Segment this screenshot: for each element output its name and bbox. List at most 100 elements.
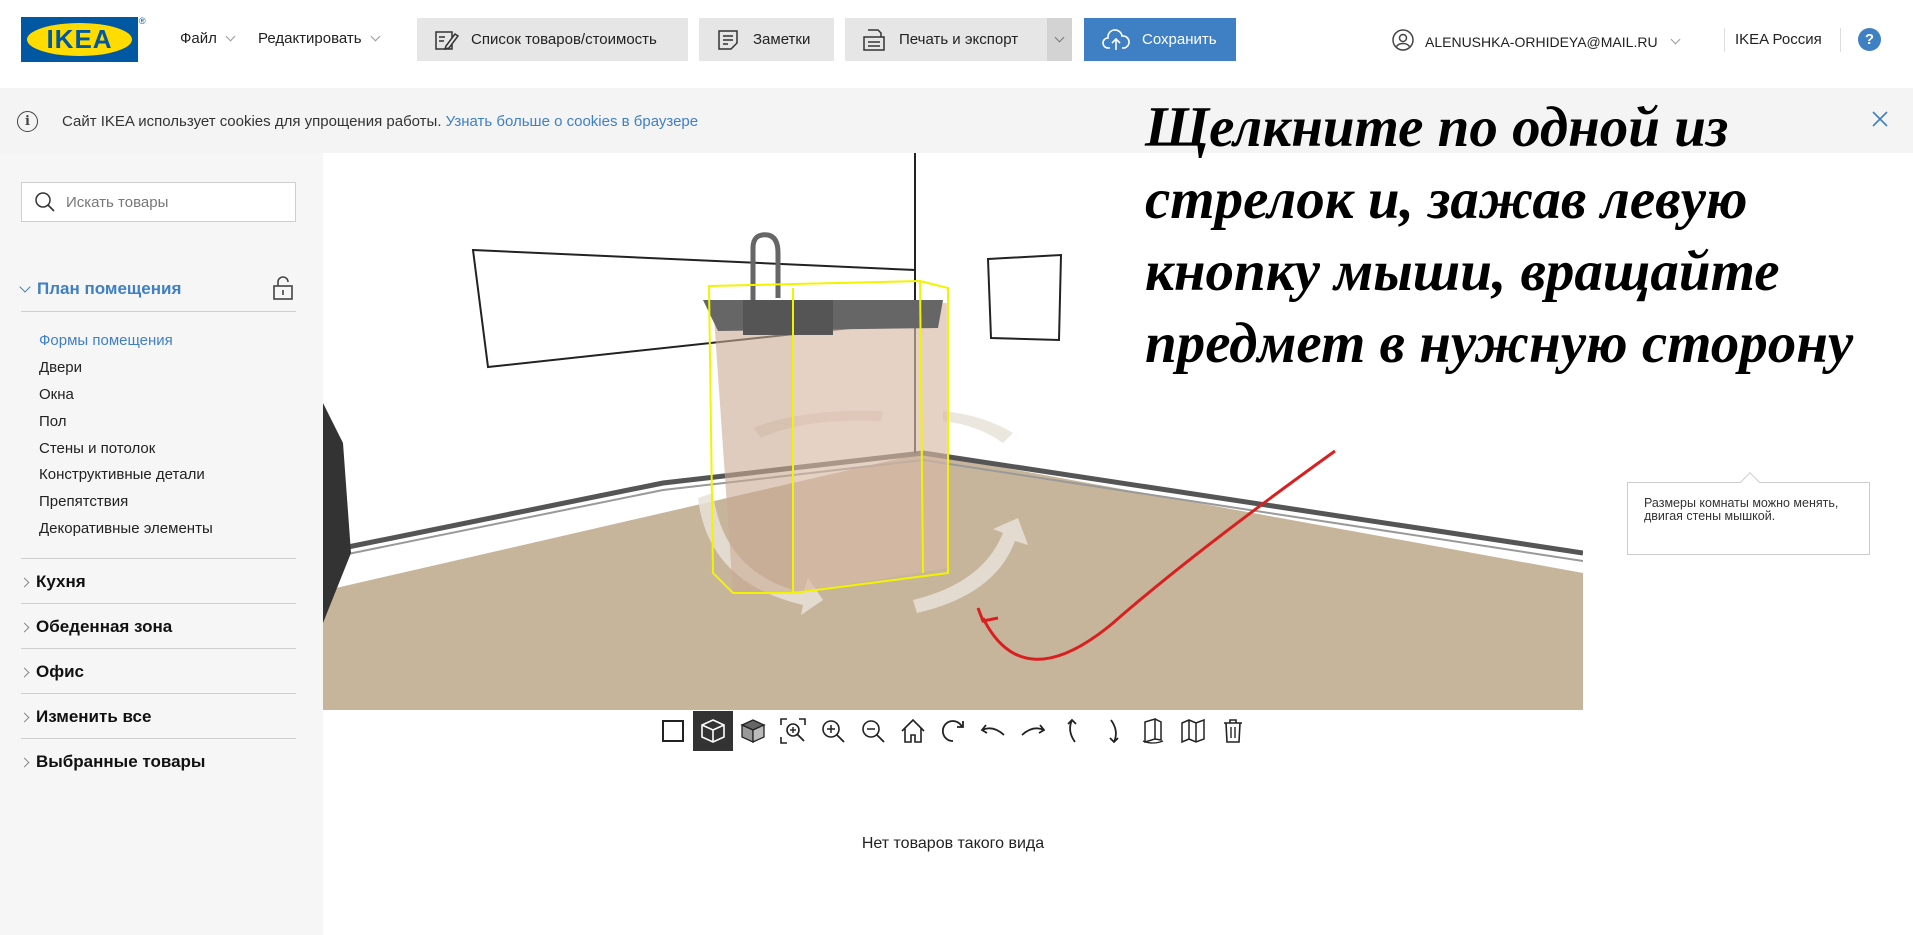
room-size-tooltip: Размеры комнаты можно менять, двигая сте… [1627,482,1870,555]
search-input[interactable] [66,193,286,211]
menu-file-label: Файл [180,30,217,47]
section-dining-label: Обеденная зона [36,617,173,636]
help-button[interactable]: ? [1858,28,1881,51]
rotate-right-button[interactable] [1013,711,1053,751]
zoom-out-button[interactable] [853,711,893,751]
sidebar-item-walls-ceiling[interactable]: Стены и потолок [39,440,155,457]
empty-products-message: Нет товаров такого вида [861,835,1045,852]
print-icon [861,28,887,52]
section-kitchen[interactable]: Кухня [19,572,296,592]
chevron-down-icon [370,31,381,42]
view-toolbar [653,711,1253,751]
section-room-plan[interactable]: План помещения [19,279,296,299]
chevron-down-icon [1054,32,1065,43]
home-view-button[interactable] [893,711,933,751]
rotate-left-icon [980,724,1005,736]
chevron-right-icon [19,667,30,677]
view-3d-solid-button[interactable] [733,711,773,751]
view-3d-button[interactable] [693,711,733,751]
rotate-right-icon [1021,724,1046,736]
sidebar-item-decorative[interactable]: Декоративные элементы [39,520,213,537]
menu-file[interactable]: Файл [180,30,236,47]
chevron-right-icon [19,712,30,722]
divider [21,648,296,649]
cookie-message: Сайт IKEA использует cookies для упрощен… [62,113,698,130]
menu-edit[interactable]: Редактировать [258,30,381,47]
search-icon [34,191,56,213]
tilt-down-button[interactable] [1093,711,1133,751]
divider [21,311,296,312]
section-dining[interactable]: Обеденная зона [19,617,296,637]
floor [323,453,1583,710]
delete-button[interactable] [1213,711,1253,751]
view-2d-button[interactable] [653,711,693,751]
section-office[interactable]: Офис [19,662,296,682]
save-button[interactable]: Сохранить [1084,18,1236,61]
rotate-button[interactable] [933,711,973,751]
window-right [986,253,1063,342]
walls-hide-button[interactable] [1173,711,1213,751]
notes-button[interactable]: Заметки [699,18,834,61]
zoom-fit-button[interactable] [773,711,813,751]
notes-label: Заметки [753,31,811,48]
sidebar-item-doors[interactable]: Двери [39,359,82,376]
unlock-icon[interactable] [272,275,294,306]
section-office-label: Офис [36,662,85,681]
divider [21,693,296,694]
ikea-logo[interactable]: IKEA [21,17,138,62]
logo-oval: IKEA [27,23,132,56]
user-menu[interactable]: ALENUSHKA-ORHIDEYA@MAIL.RU [1391,28,1681,55]
rotate-left-button[interactable] [973,711,1013,751]
sidebar-item-obstacles[interactable]: Препятствия [39,493,128,510]
user-icon [1391,28,1415,55]
print-export-label: Печать и экспорт [899,31,1019,48]
zoom-in-icon [822,720,845,743]
walls-button[interactable] [1133,711,1173,751]
section-room-plan-label: План помещения [37,279,182,298]
info-icon: i [17,111,38,132]
top-bar: IKEA ® Файл Редактировать Список товаров… [0,0,1913,88]
view-2d-icon [662,720,684,742]
search-box[interactable] [21,182,296,222]
tilt-up-button[interactable] [1053,711,1093,751]
zoom-in-button[interactable] [813,711,853,751]
sidebar [0,153,323,935]
user-email: ALENUSHKA-ORHIDEYA@MAIL.RU [1425,33,1658,50]
view-3d-icon [701,719,725,743]
view-3d-solid-icon [740,719,766,744]
country-selector[interactable]: IKEA Россия [1735,31,1822,48]
walls-icon [1142,717,1164,744]
logo-text: IKEA [46,24,113,54]
trash-icon [1224,719,1242,743]
chevron-down-icon [1670,34,1681,45]
section-edit-all[interactable]: Изменить все [19,707,296,727]
cookie-learn-more-link[interactable]: Узнать больше о cookies в браузере [446,113,698,130]
chevron-right-icon [19,577,30,587]
print-export-dropdown-button[interactable] [1047,18,1072,61]
section-selected-products[interactable]: Выбранные товары [19,752,296,772]
sidebar-item-floor[interactable]: Пол [39,413,67,430]
cabinet-side [793,301,948,593]
sink-basin [743,300,833,335]
cloud-upload-icon [1102,28,1130,51]
menu-edit-label: Редактировать [258,30,362,47]
sidebar-item-room-shapes[interactable]: Формы помещения [39,332,173,349]
list-cost-button[interactable]: Список товаров/стоимость [417,18,688,61]
zoom-out-icon [862,720,885,743]
rotate-icon [941,720,964,742]
cookie-text: Сайт IKEA использует cookies для упрощен… [62,113,442,130]
divider [21,558,296,559]
edit-list-icon [433,28,459,52]
section-selected-products-label: Выбранные товары [36,752,206,771]
sidebar-item-structural[interactable]: Конструктивные детали [39,466,205,483]
chevron-right-icon [19,622,30,632]
section-kitchen-label: Кухня [36,572,86,591]
chevron-right-icon [19,757,30,767]
save-label: Сохранить [1142,31,1217,48]
sidebar-item-windows[interactable]: Окна [39,386,74,403]
tilt-down-icon [1109,719,1119,744]
instruction-text: Щелкните по одной из стрелок и, зажав ле… [1145,96,1854,375]
divider [1724,28,1725,52]
home-icon [901,718,925,743]
print-export-button[interactable]: Печать и экспорт [845,18,1047,61]
